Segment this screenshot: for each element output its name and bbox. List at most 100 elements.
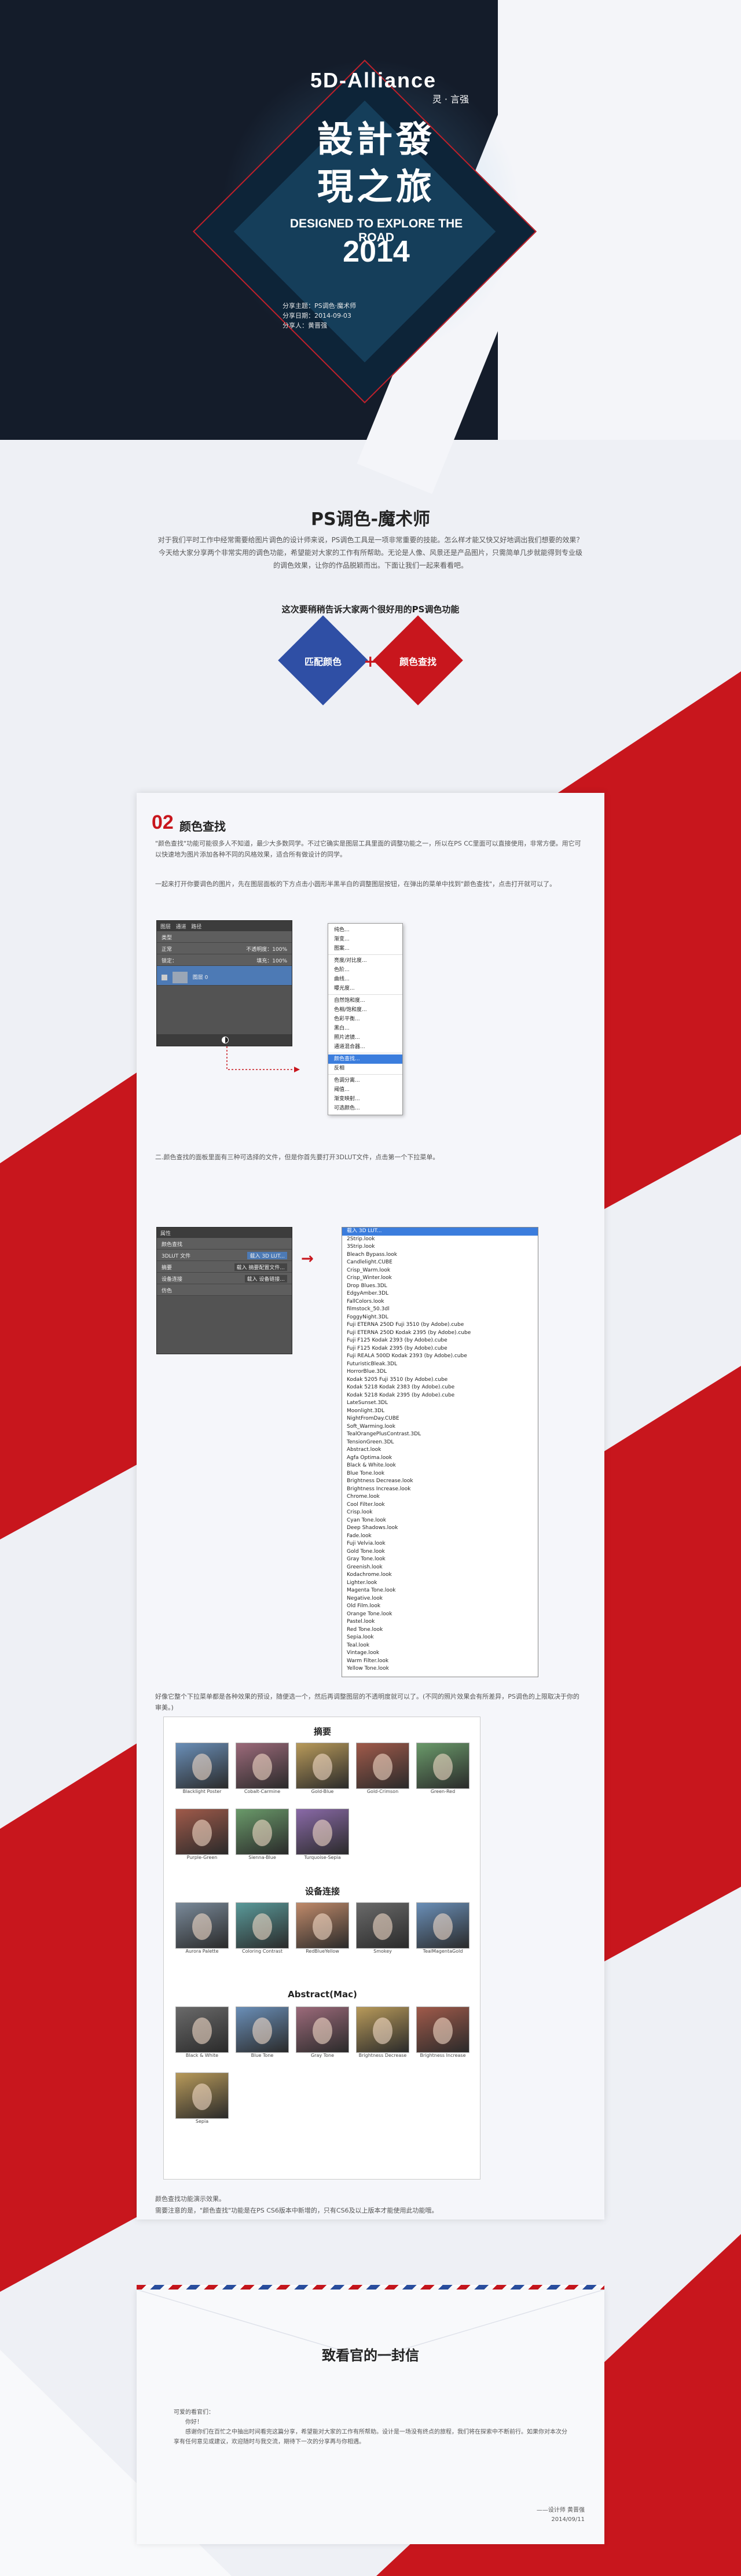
lut-list-item[interactable]: Warm Filter.look	[342, 1658, 538, 1666]
lut-list-item[interactable]: Negative.look	[342, 1595, 538, 1603]
lut-list-item[interactable]: LateSunset.3DL	[342, 1399, 538, 1408]
lut-list-item[interactable]: Fuji ETERNA 250D Kodak 2395 (by Adobe).c…	[342, 1329, 538, 1337]
lut-list-item[interactable]: Teal.look	[342, 1642, 538, 1650]
lut-list-item[interactable]: Fuji REALA 500D Kodak 2393 (by Adobe).cu…	[342, 1353, 538, 1361]
lut-list-item[interactable]: Vintage.look	[342, 1649, 538, 1658]
lut-list-item[interactable]: FallColors.look	[342, 1298, 538, 1306]
lut-list-item[interactable]: Fuji F125 Kodak 2393 (by Adobe).cube	[342, 1337, 538, 1345]
lut-list-item[interactable]: Sepia.look	[342, 1634, 538, 1642]
lut-preview-label: Gold-Blue	[311, 1789, 334, 1794]
lut-list-item[interactable]: Blue Tone.look	[342, 1470, 538, 1478]
lut-list-item[interactable]: Greenish.look	[342, 1564, 538, 1572]
lut-list-item[interactable]: Kodak 5218 Kodak 2383 (by Adobe).cube	[342, 1384, 538, 1392]
adjustment-menu-item[interactable]: 照片滤镜...	[328, 1033, 402, 1042]
adjustment-layer-icon[interactable]	[222, 1037, 229, 1043]
lut-list-item[interactable]: Brightness Decrease.look	[342, 1478, 538, 1486]
lut-list-item[interactable]: Soft_Warming.look	[342, 1423, 538, 1431]
lut-list-item[interactable]: FuturisticBleak.3DL	[342, 1361, 538, 1369]
adjustment-menu-item[interactable]: 纯色...	[328, 925, 402, 935]
tab-layers[interactable]: 图层	[160, 924, 171, 930]
properties-header: 颜色查找	[157, 1238, 292, 1250]
lut-list-item[interactable]: Gold Tone.look	[342, 1548, 538, 1556]
adjustment-menu: 纯色... 渐变... 图案... 亮度/对比度... 色阶... 曲线... 曝光度...…	[328, 923, 403, 1115]
lut-list-item[interactable]: Crisp_Warm.look	[342, 1267, 538, 1275]
lut-list-item[interactable]: Fuji Velvia.look	[342, 1540, 538, 1548]
abstract-select[interactable]: 载入 摘要配置文件...	[234, 1263, 287, 1271]
lut-list-item[interactable]: Chrome.look	[342, 1493, 538, 1501]
connector-arrow	[226, 1046, 300, 1072]
lut-list-item[interactable]: Orange Tone.look	[342, 1611, 538, 1619]
adjustment-menu-item[interactable]: 黑白...	[328, 1024, 402, 1033]
lut-list-item[interactable]: Old Film.look	[342, 1603, 538, 1611]
lut-list-item[interactable]: Brightness Increase.look	[342, 1486, 538, 1494]
adjustment-menu-item[interactable]: 反相	[328, 1064, 402, 1073]
lut-list-item[interactable]: Bleach Bypass.look	[342, 1251, 538, 1259]
lut-preview-label: Gold-Crimson	[366, 1789, 399, 1794]
lut-list-item[interactable]: Gray Tone.look	[342, 1556, 538, 1564]
adjustment-menu-item[interactable]: 亮度/对比度...	[328, 956, 402, 965]
adjustment-menu-item[interactable]: 图案...	[328, 944, 402, 953]
device-link-select[interactable]: 载入 设备链接...	[244, 1275, 287, 1283]
adjustment-menu-item[interactable]: 色彩平衡...	[328, 1015, 402, 1024]
lut-list-item[interactable]: Crisp.look	[342, 1509, 538, 1517]
lut-list-item[interactable]: Moonlight.3DL	[342, 1408, 538, 1416]
eye-icon[interactable]	[162, 975, 167, 980]
lut-list-item[interactable]: Drop Blues.3DL	[342, 1283, 538, 1291]
3dlut-select[interactable]: 载入 3D LUT...	[247, 1252, 287, 1259]
adjustment-menu-item[interactable]: 曲线...	[328, 975, 402, 984]
lut-list-item[interactable]: NightFromDay.CUBE	[342, 1415, 538, 1423]
adjustment-menu-item[interactable]: 渐变映射...	[328, 1094, 402, 1104]
lut-list-item[interactable]: Deep Shadows.look	[342, 1524, 538, 1533]
lut-list-item[interactable]: Fuji F125 Kodak 2395 (by Adobe).cube	[342, 1345, 538, 1353]
lut-list-item[interactable]: EdgyAmber.3DL	[342, 1290, 538, 1298]
filter-select[interactable]: 类型	[162, 935, 172, 941]
adjustment-menu-item[interactable]: 可选颜色...	[328, 1104, 402, 1113]
section-paragraph-2: 一起来打开你要调色的图片，先在图层面板的下方点击小圆形半黑半白的调整图层按钮，在…	[155, 880, 556, 888]
lut-list-item[interactable]: 3Strip.look	[342, 1243, 538, 1251]
lut-list-item[interactable]: Fuji ETERNA 250D Fuji 3510 (by Adobe).cu…	[342, 1321, 538, 1329]
adjustment-menu-item[interactable]: 渐变...	[328, 935, 402, 944]
lut-list-item[interactable]: Lighter.look	[342, 1579, 538, 1588]
adjustment-menu-item[interactable]: 自然饱和度...	[328, 996, 402, 1005]
adjustment-menu-item[interactable]: 色相/饱和度...	[328, 1005, 402, 1015]
lut-list-item[interactable]: Kodachrome.look	[342, 1571, 538, 1579]
lut-list-item[interactable]: Cyan Tone.look	[342, 1517, 538, 1525]
adjustment-menu-item[interactable]: 色调分离...	[328, 1076, 402, 1085]
lut-list-item[interactable]: Kodak 5205 Fuji 3510 (by Adobe).cube	[342, 1376, 538, 1384]
lut-list-item[interactable]: Cool Filter.look	[342, 1501, 538, 1509]
adjustment-menu-item[interactable]: 阈值...	[328, 1085, 402, 1094]
lut-list-item[interactable]: Abstract.look	[342, 1446, 538, 1454]
lut-list-item[interactable]: Kodak 5218 Kodak 2395 (by Adobe).cube	[342, 1392, 538, 1400]
adjustment-menu-item[interactable]: 颜色查找...	[328, 1054, 402, 1064]
lut-list-item[interactable]: 载入 3D LUT...	[342, 1228, 538, 1236]
lut-list-item[interactable]: FoggyNight.3DL	[342, 1314, 538, 1322]
lut-list-item[interactable]: TealOrangePlusContrast.3DL	[342, 1431, 538, 1439]
opacity-field[interactable]: 不透明度：100%	[246, 945, 287, 953]
layer-row[interactable]: 图层 0	[157, 966, 292, 986]
adjustment-menu-item[interactable]: 色阶...	[328, 965, 402, 975]
tab-channels[interactable]: 通道	[176, 924, 186, 930]
dither-checkbox[interactable]: 仿色	[162, 1288, 172, 1294]
lut-list-item[interactable]: filmstock_50.3dl	[342, 1306, 538, 1314]
fill-field[interactable]: 填充：100%	[256, 957, 287, 964]
lut-list-item[interactable]: Agfa Optima.look	[342, 1454, 538, 1462]
adjustment-menu-item[interactable]: 曝光度...	[328, 984, 402, 993]
lut-list-item[interactable]: TensionGreen.3DL	[342, 1439, 538, 1447]
adjustment-menu-item[interactable]: 通道混合器...	[328, 1042, 402, 1052]
lut-list-item[interactable]: Yellow Tone.look	[342, 1665, 538, 1673]
lut-list-item[interactable]: Black & White.look	[342, 1462, 538, 1470]
section-title: 颜色查找	[179, 820, 226, 833]
lut-list-item[interactable]: Pastel.look	[342, 1618, 538, 1626]
lut-list-item[interactable]: Red Tone.look	[342, 1626, 538, 1634]
lut-preview-thumbnail	[175, 2072, 229, 2119]
lut-list-item[interactable]: 2Strip.look	[342, 1236, 538, 1244]
lut-list-item[interactable]: Candlelight.CUBE	[342, 1259, 538, 1267]
grid-row-4: Black & White Blue Tone Gray Tone Brightnes…	[175, 2007, 476, 2070]
lut-list-item[interactable]: Crisp_Winter.look	[342, 1274, 538, 1283]
portrait-shape	[433, 1913, 453, 1940]
tab-paths[interactable]: 路径	[191, 924, 201, 930]
lut-list-item[interactable]: Magenta Tone.look	[342, 1587, 538, 1595]
lut-list-item[interactable]: HorrorBlue.3DL	[342, 1368, 538, 1376]
lut-list-item[interactable]: Fade.look	[342, 1533, 538, 1541]
blend-mode-select[interactable]: 正常	[162, 947, 172, 953]
